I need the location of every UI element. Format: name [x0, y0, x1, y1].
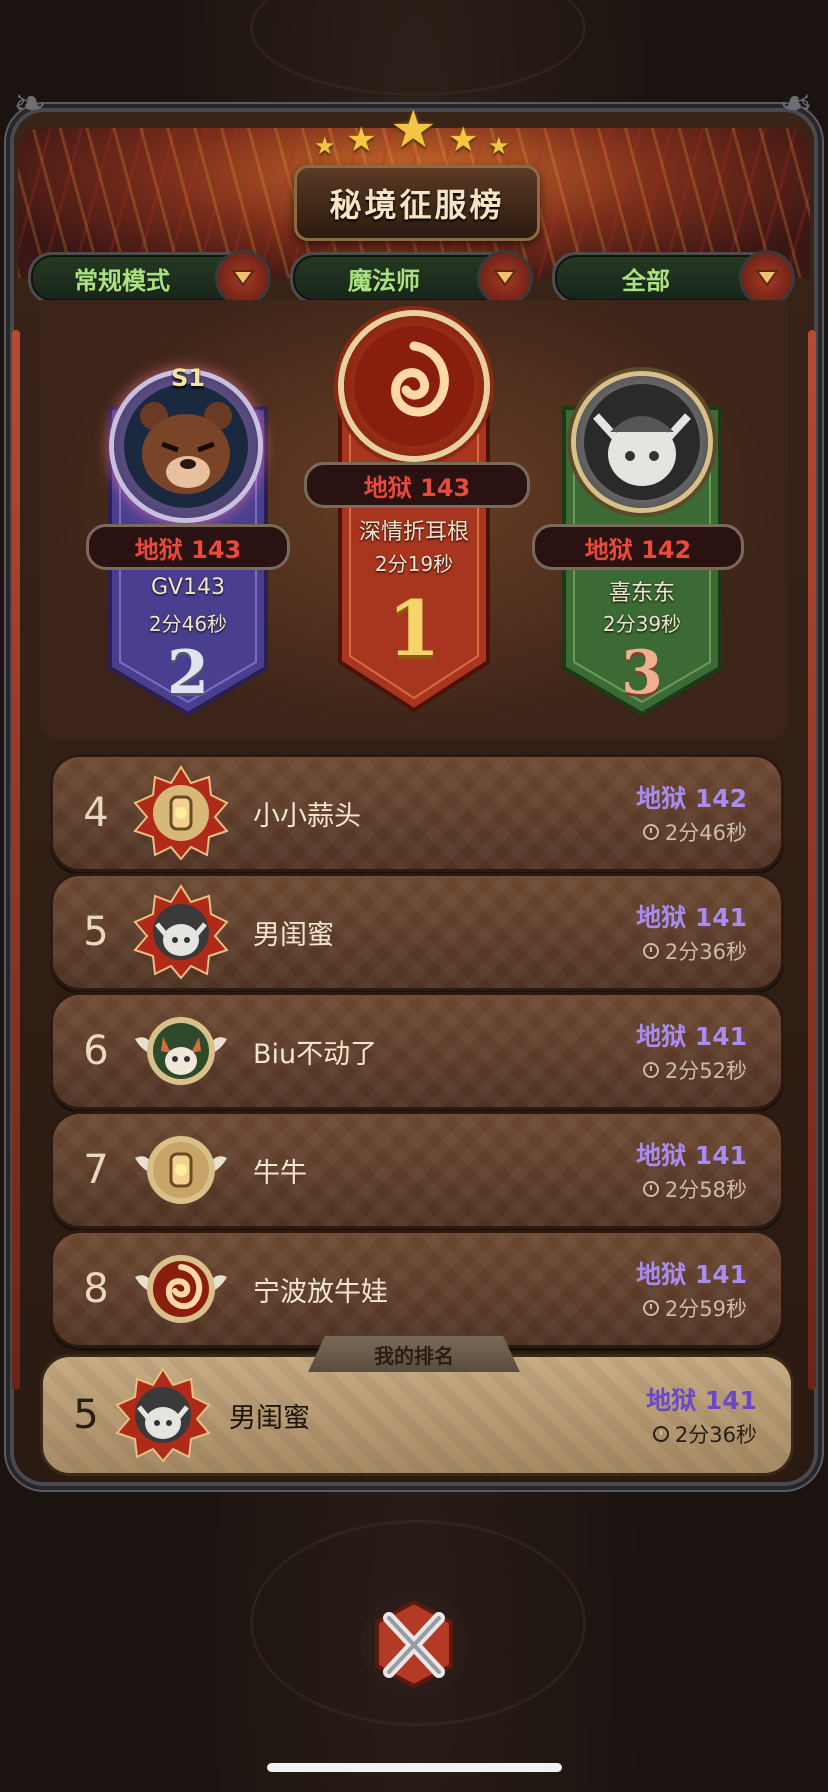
fire-swirl-icon — [135, 1255, 227, 1323]
my-rank-number: 5 — [73, 1392, 99, 1438]
elf-avatar — [115, 1367, 211, 1463]
filter-label: 魔法师 — [348, 266, 420, 295]
row-rank: 5 — [83, 909, 109, 955]
title-stars: ★ ★ ★ ★ ★ — [310, 100, 520, 164]
star-icon: ★ — [488, 132, 510, 160]
chevron-down-icon — [755, 270, 779, 287]
filter-label: 全部 — [622, 266, 670, 295]
podium-time: 2分19秒 — [374, 552, 454, 576]
row-player-name: Biu不动了 — [253, 1038, 378, 1070]
row-level: 地狱 141 — [636, 1141, 747, 1170]
row-rank: 6 — [83, 1028, 109, 1074]
row-player-name: 男闺蜜 — [253, 919, 334, 951]
star-icon: ★ — [448, 120, 479, 160]
elf-face-icon — [584, 384, 700, 500]
row-time-text: 2分58秒 — [664, 1178, 747, 1202]
row-level: 地狱 141 — [636, 1022, 747, 1051]
leaderboard-row[interactable]: 6 Biu不动了 地狱 141 2分52秒 — [50, 992, 784, 1110]
star-icon: ★ — [314, 132, 336, 160]
lantern-icon — [135, 1136, 227, 1204]
row-time-text: 2分52秒 — [664, 1059, 747, 1083]
mode-filter-dropdown[interactable]: 常规模式 — [28, 250, 271, 306]
fox-avatar — [135, 1017, 227, 1085]
scope-filter-dropdown[interactable]: 全部 — [552, 250, 795, 306]
filter-label: 常规模式 — [74, 266, 170, 295]
leaderboard-row[interactable]: 7 牛牛 地狱 141 2分58秒 — [50, 1111, 784, 1229]
podium-third[interactable]: 地狱 142 喜东东 2分39秒 3 — [532, 368, 744, 716]
title-plate: 秘境征服榜 — [294, 165, 540, 241]
clock-icon — [642, 1300, 659, 1316]
row-time: 2分52秒 — [642, 1055, 747, 1085]
row-player-name: 宁波放牛娃 — [253, 1276, 388, 1308]
bear-avatar — [114, 374, 258, 518]
row-player-name: 牛牛 — [253, 1157, 307, 1189]
podium-time: 2分39秒 — [602, 612, 682, 636]
class-filter-dropdown[interactable]: 魔法师 — [290, 250, 533, 306]
side-rail-left — [12, 330, 20, 1390]
row-time: 2分59秒 — [642, 1293, 747, 1323]
season-badge: S1 — [171, 364, 205, 392]
chevron-down-icon — [231, 270, 255, 287]
podium-level: 地狱 143 — [86, 524, 290, 570]
fire-swirl-icon — [354, 326, 474, 446]
clock-icon — [642, 1181, 659, 1197]
home-indicator[interactable] — [267, 1763, 562, 1772]
row-rank: 4 — [83, 790, 109, 836]
clock-icon — [652, 1426, 669, 1442]
podium-first[interactable]: 地狱 143 深情折耳根 2分19秒 1 — [304, 312, 530, 712]
row-player-name: 小小蒜头 — [253, 800, 361, 832]
row-time-text: 2分59秒 — [664, 1297, 747, 1321]
podium-player-name: 喜东东 — [608, 581, 675, 606]
podium-rank-number: 2 — [167, 638, 209, 708]
frame-corner-ornament: ❧ — [779, 81, 813, 127]
clock-icon — [642, 943, 659, 959]
elf-avatar — [576, 376, 708, 508]
close-crossed-swords-button[interactable] — [355, 1588, 473, 1700]
row-rank: 7 — [83, 1147, 109, 1193]
leaderboard-row[interactable]: 4 小小蒜头 地狱 142 2分46秒 — [50, 754, 784, 872]
my-rank-tag: 我的排名 — [308, 1336, 520, 1372]
fire-swirl-avatar — [344, 316, 484, 456]
row-time-text: 2分36秒 — [664, 940, 747, 964]
leaderboard-row[interactable]: 5 男闺蜜 地狱 141 2分36秒 — [50, 873, 784, 991]
dropdown-arrow-button[interactable] — [739, 250, 795, 306]
my-level: 地狱 141 — [646, 1386, 757, 1415]
podium-level: 地狱 143 — [304, 462, 530, 508]
bear-face-icon — [124, 384, 248, 508]
dropdown-arrow-button[interactable] — [477, 250, 533, 306]
podium-player-name: 深情折耳根 — [358, 520, 469, 545]
leaderboard-row[interactable]: 8 宁波放牛娃 地狱 141 2分59秒 — [50, 1230, 784, 1348]
elf-avatar — [133, 884, 229, 980]
row-time: 2分58秒 — [642, 1174, 747, 1204]
my-time: 2分36秒 — [652, 1419, 757, 1449]
page-title: 秘境征服榜 — [329, 186, 505, 224]
star-icon: ★ — [390, 100, 437, 160]
podium-rank-number: 1 — [387, 584, 441, 673]
dropdown-arrow-button[interactable] — [215, 250, 271, 306]
podium-second[interactable]: S1 地狱 143 GV143 2分46秒 2 — [86, 364, 290, 716]
podium-player-name: GV143 — [150, 575, 226, 600]
row-level: 地狱 141 — [636, 1260, 747, 1289]
my-time-text: 2分36秒 — [674, 1423, 757, 1447]
side-rail-right — [808, 330, 816, 1390]
chevron-down-icon — [493, 270, 517, 287]
star-icon: ★ — [346, 120, 377, 160]
clock-icon — [642, 1062, 659, 1078]
my-player-name: 男闺蜜 — [229, 1402, 310, 1434]
row-time: 2分46秒 — [642, 817, 747, 847]
row-rank: 8 — [83, 1266, 109, 1312]
row-time: 2分36秒 — [642, 936, 747, 966]
lantern-icon — [133, 765, 229, 861]
row-time-text: 2分46秒 — [664, 821, 747, 845]
podium-rank-number: 3 — [621, 638, 663, 708]
podium-level: 地狱 142 — [532, 524, 744, 570]
podium-time: 2分46秒 — [148, 612, 228, 636]
my-rank-row[interactable]: 5 男闺蜜 地狱 141 2分36秒 — [40, 1354, 794, 1476]
frame-corner-ornament: ❧ — [13, 81, 47, 127]
row-level: 地狱 141 — [636, 903, 747, 932]
row-level: 地狱 142 — [636, 784, 747, 813]
clock-icon — [642, 824, 659, 840]
